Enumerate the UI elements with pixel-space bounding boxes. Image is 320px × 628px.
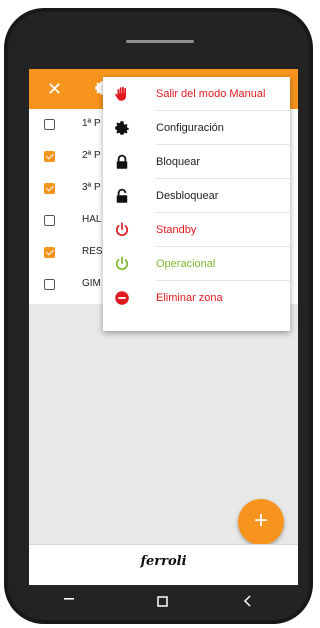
app-screen: ✕ 1ª P 2ª P 3ª P HAL RES GIM Salir del m…	[29, 69, 298, 585]
android-nav-bar	[29, 588, 298, 620]
menu-item-unlock[interactable]: Desbloquear	[103, 179, 290, 213]
power-icon	[116, 222, 128, 236]
lock-icon	[116, 154, 128, 169]
nav-home-icon[interactable]	[157, 596, 168, 607]
zone-label: HAL	[82, 214, 102, 225]
zone-checkbox[interactable]	[44, 151, 55, 162]
zone-checkbox[interactable]	[44, 247, 55, 258]
menu-item-label: Bloquear	[156, 156, 201, 168]
zone-checkbox[interactable]	[44, 183, 55, 194]
overflow-menu: Salir del modo Manual Configuración Bloq…	[103, 77, 290, 331]
menu-item-lock[interactable]: Bloquear	[103, 145, 290, 179]
menu-item-label: Desbloquear	[156, 190, 219, 202]
brand-logo: ferroli	[140, 554, 187, 569]
zone-label: 3ª P	[82, 182, 101, 193]
menu-item-delete-zone[interactable]: Eliminar zona	[103, 281, 290, 315]
zone-label: GIM	[82, 278, 101, 289]
menu-item-operational[interactable]: Operacional	[103, 247, 290, 281]
menu-item-label: Salir del modo Manual	[156, 88, 266, 100]
power-icon	[116, 256, 128, 270]
speaker-grille	[126, 40, 194, 43]
nav-back-icon[interactable]	[242, 594, 254, 608]
zone-label: 1ª P	[82, 118, 101, 129]
menu-item-label: Standby	[156, 224, 197, 236]
add-button[interactable]: +	[238, 499, 284, 545]
close-icon[interactable]: ✕	[47, 78, 62, 100]
zone-checkbox[interactable]	[44, 215, 55, 226]
bottom-brand-bar: ferroli	[29, 544, 298, 585]
menu-item-exit-manual[interactable]: Salir del modo Manual	[103, 77, 290, 111]
menu-item-configuration[interactable]: Configuración	[103, 111, 290, 145]
menu-item-label: Operacional	[156, 258, 216, 270]
hand-icon	[115, 86, 127, 101]
zone-label: RES	[82, 246, 103, 257]
menu-item-label: Eliminar zona	[156, 292, 223, 304]
zone-checkbox[interactable]	[44, 279, 55, 290]
menu-item-standby[interactable]: Standby	[103, 213, 290, 247]
nav-recents-icon[interactable]	[62, 592, 76, 606]
remove-icon	[115, 291, 129, 305]
zone-label: 2ª P	[82, 150, 101, 161]
menu-item-label: Configuración	[156, 122, 224, 134]
zone-checkbox[interactable]	[44, 119, 55, 130]
gear-icon	[115, 121, 129, 135]
unlock-icon	[116, 188, 128, 203]
